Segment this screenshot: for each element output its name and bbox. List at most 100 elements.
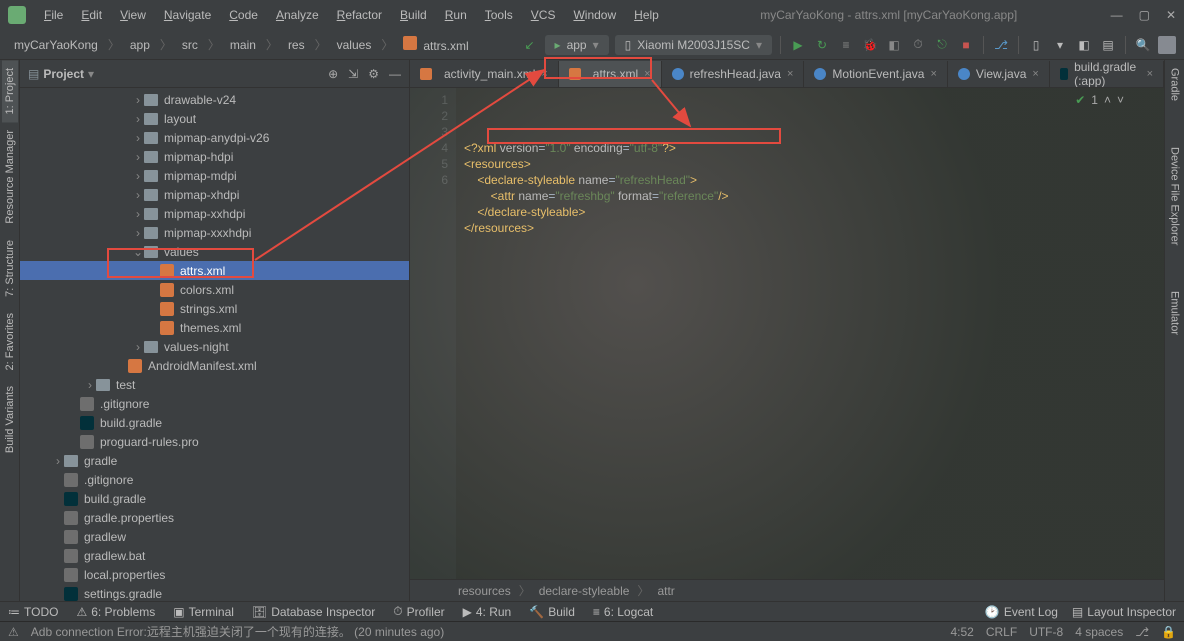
vcs-icon[interactable]: ⎇ [992, 36, 1010, 54]
menu-file[interactable]: File [36, 4, 71, 26]
bottom-tab-profiler[interactable]: ⏱Profiler [393, 604, 444, 619]
tree-item[interactable]: ›mipmap-xhdpi [20, 185, 409, 204]
bottom-tab-terminal[interactable]: ▣Terminal [173, 604, 234, 619]
menu-help[interactable]: Help [626, 4, 667, 26]
menu-refactor[interactable]: Refactor [329, 4, 390, 26]
tree-item[interactable]: settings.gradle [20, 584, 409, 601]
editor-tab[interactable]: build.gradle (:app)× [1050, 61, 1164, 87]
breadcrumb-item[interactable]: main [224, 36, 262, 54]
editor-crumb-item[interactable]: declare-styleable [539, 584, 630, 598]
sync-gradle-icon[interactable]: ↙ [521, 36, 539, 54]
debug-icon[interactable]: 🐞 [861, 36, 879, 54]
tree-item[interactable]: ›layout [20, 109, 409, 128]
close-icon[interactable]: ✕ [1166, 8, 1176, 22]
code-content[interactable]: ✔ 1 ˄ ˅ <?xml version="1.0" encoding="ut… [456, 88, 1164, 579]
layout-insp-icon[interactable]: ▤ [1099, 36, 1117, 54]
tab-close-icon[interactable]: × [541, 68, 547, 80]
resource-icon[interactable]: ◧ [1075, 36, 1093, 54]
tree-item[interactable]: gradlew [20, 527, 409, 546]
tree-item[interactable]: ⌄values [20, 242, 409, 261]
tree-item[interactable]: gradlew.bat [20, 546, 409, 565]
tree-item[interactable]: colors.xml [20, 280, 409, 299]
search-icon[interactable]: 🔍 [1134, 36, 1152, 54]
project-tree[interactable]: ›drawable-v24›layout›mipmap-anydpi-v26›m… [20, 88, 409, 601]
tree-item[interactable]: themes.xml [20, 318, 409, 337]
left-tab----favorites[interactable]: 2: Favorites [2, 305, 18, 378]
tree-item[interactable]: strings.xml [20, 299, 409, 318]
apply-code-icon[interactable]: ≡ [837, 36, 855, 54]
breadcrumb-item[interactable]: res [282, 36, 311, 54]
menu-tools[interactable]: Tools [477, 4, 521, 26]
inspect-down-icon[interactable]: ˅ [1117, 92, 1124, 108]
left-tab-resource-manager[interactable]: Resource Manager [2, 122, 18, 232]
tree-item[interactable]: ›test [20, 375, 409, 394]
run-config-dropdown[interactable]: ▸ app ▾ [545, 35, 609, 55]
menu-window[interactable]: Window [565, 4, 624, 26]
menu-view[interactable]: View [112, 4, 154, 26]
bottom-tab----logcat[interactable]: ≡6: Logcat [593, 604, 653, 619]
left-tab-build-variants[interactable]: Build Variants [2, 378, 18, 461]
tree-item[interactable]: local.properties [20, 565, 409, 584]
bottom-tab----problems[interactable]: ⚠6: Problems [76, 604, 155, 619]
line-ending[interactable]: CRLF [986, 625, 1017, 639]
tree-item[interactable]: ›mipmap-mdpi [20, 166, 409, 185]
inspect-up-icon[interactable]: ˄ [1104, 92, 1111, 108]
menu-run[interactable]: Run [437, 4, 475, 26]
tree-item[interactable]: ›mipmap-xxhdpi [20, 204, 409, 223]
tree-item[interactable]: .gitignore [20, 470, 409, 489]
tab-close-icon[interactable]: × [644, 68, 650, 80]
sdk-icon[interactable]: ▾ [1051, 36, 1069, 54]
bottom-tab-build[interactable]: 🔨Build [529, 604, 575, 619]
editor-crumb-item[interactable]: resources [458, 584, 511, 598]
branch-icon[interactable]: ⎇ [1135, 625, 1149, 639]
tree-item[interactable]: attrs.xml [20, 261, 409, 280]
tree-item[interactable]: .gitignore [20, 394, 409, 413]
tab-close-icon[interactable]: × [787, 68, 793, 80]
tree-item[interactable]: ›mipmap-hdpi [20, 147, 409, 166]
editor-tab[interactable]: refreshHead.java× [662, 61, 805, 87]
breadcrumb-item[interactable]: app [124, 36, 156, 54]
left-tab----structure[interactable]: 7: Structure [2, 232, 18, 305]
tree-item[interactable]: gradle.properties [20, 508, 409, 527]
expand-all-icon[interactable]: ⇲ [348, 67, 358, 81]
bottom-tab-database-inspector[interactable]: 🗄Database Inspector [252, 604, 375, 619]
avatar-icon[interactable] [1158, 36, 1176, 54]
breadcrumb-item[interactable]: src [176, 36, 204, 54]
select-opened-icon[interactable]: ⊕ [328, 67, 338, 81]
editor-crumb-item[interactable]: attr [657, 584, 674, 598]
encoding[interactable]: UTF-8 [1029, 625, 1063, 639]
maximize-icon[interactable]: ▢ [1139, 8, 1150, 22]
bottom-right-layout-inspector[interactable]: ▤Layout Inspector [1072, 605, 1176, 619]
tree-item[interactable]: ›drawable-v24 [20, 90, 409, 109]
editor-body[interactable]: 123456 ✔ 1 ˄ ˅ <?xml version="1.0" encod… [410, 88, 1164, 579]
avd-icon[interactable]: ▯ [1027, 36, 1045, 54]
breadcrumb-item[interactable]: myCarYaoKong [8, 36, 104, 54]
tab-close-icon[interactable]: × [1147, 68, 1153, 80]
tree-item[interactable]: AndroidManifest.xml [20, 356, 409, 375]
right-tab-gradle[interactable]: Gradle [1167, 60, 1183, 109]
bottom-tab----run[interactable]: ▶4: Run [463, 604, 512, 619]
attach-icon[interactable]: ⎋ [933, 36, 951, 54]
profile-icon[interactable]: ⏱ [909, 36, 927, 54]
right-tab-device-file-explorer[interactable]: Device File Explorer [1167, 139, 1183, 253]
panel-settings-icon[interactable]: ⚙ [368, 67, 379, 81]
menu-code[interactable]: Code [221, 4, 266, 26]
menu-navigate[interactable]: Navigate [156, 4, 219, 26]
tree-item[interactable]: build.gradle [20, 489, 409, 508]
editor-tab[interactable]: View.java× [948, 61, 1050, 87]
breadcrumb-item[interactable]: values [331, 36, 378, 54]
tree-item[interactable]: ›gradle [20, 451, 409, 470]
coverage-icon[interactable]: ◧ [885, 36, 903, 54]
breadcrumb-item[interactable]: attrs.xml [397, 34, 474, 55]
apply-changes-icon[interactable]: ↻ [813, 36, 831, 54]
stop-icon[interactable]: ■ [957, 36, 975, 54]
editor-tab[interactable]: activity_main.xml× [410, 61, 559, 87]
tree-item[interactable]: proguard-rules.pro [20, 432, 409, 451]
minimize-icon[interactable]: — [1111, 8, 1123, 22]
tab-close-icon[interactable]: × [930, 68, 936, 80]
menu-edit[interactable]: Edit [73, 4, 110, 26]
editor-tab[interactable]: attrs.xml× [559, 61, 662, 87]
menu-build[interactable]: Build [392, 4, 435, 26]
menu-vcs[interactable]: VCS [523, 4, 564, 26]
run-icon[interactable]: ▶ [789, 36, 807, 54]
